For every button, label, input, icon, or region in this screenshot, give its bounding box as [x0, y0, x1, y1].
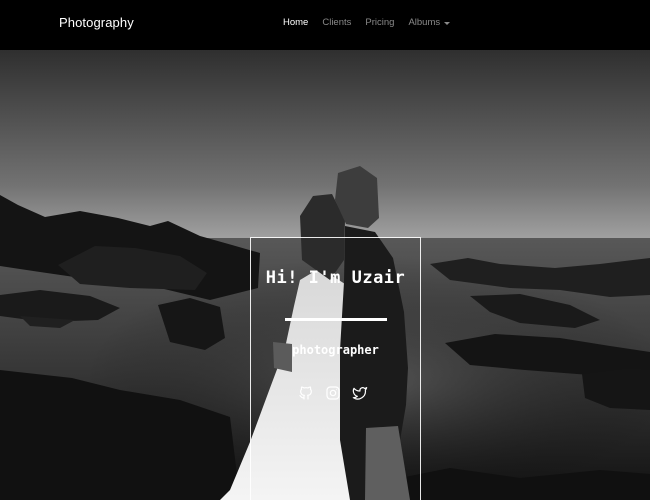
social-links	[298, 383, 368, 403]
instagram-icon[interactable]	[325, 385, 341, 401]
hero-subtitle: photographer	[292, 343, 379, 357]
nav-link-pricing[interactable]: Pricing	[365, 17, 394, 28]
nav-dropdown-albums-label: Albums	[408, 17, 441, 28]
navbar-brand[interactable]: Photography	[59, 15, 134, 30]
github-icon[interactable]	[298, 385, 314, 401]
hero-title: Hi! I'm Uzair	[265, 268, 406, 288]
nav-menu: Home Clients Pricing Albums	[283, 17, 464, 28]
chevron-down-icon	[444, 22, 451, 25]
nav-dropdown-albums[interactable]: Albums	[408, 17, 451, 28]
nav-link-home[interactable]: Home	[283, 17, 308, 28]
nav-link-clients[interactable]: Clients	[322, 17, 351, 28]
navbar: Photography Home Clients Pricing Albums	[0, 0, 650, 50]
twitter-icon[interactable]	[352, 385, 368, 401]
hero-divider	[285, 318, 387, 321]
